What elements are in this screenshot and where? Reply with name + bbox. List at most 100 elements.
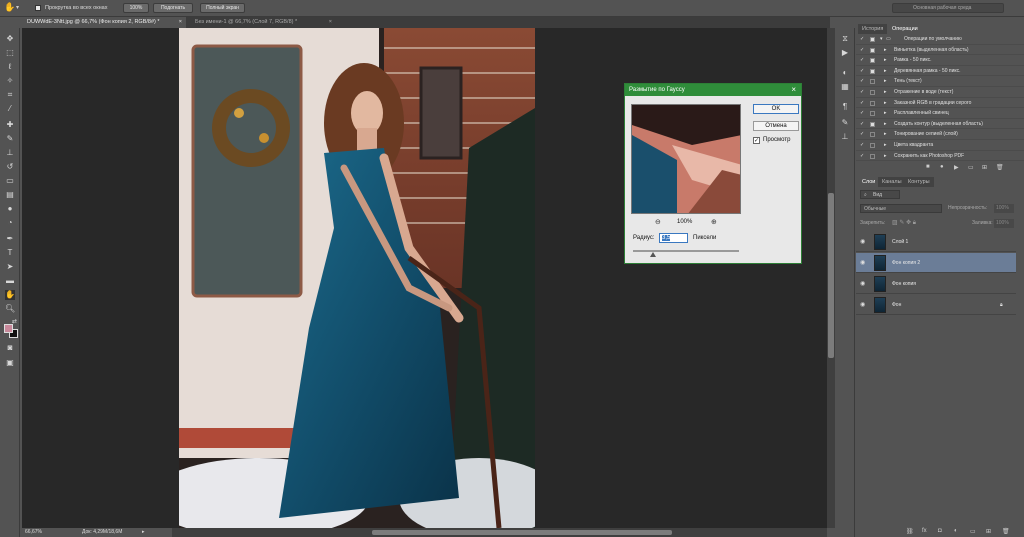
shape-tool-icon[interactable]: ▬ [5, 276, 15, 286]
paragraph-panel-icon[interactable]: ¶ [840, 102, 850, 112]
path-selection-icon[interactable]: ➤ [5, 262, 15, 272]
check-icon[interactable]: ✓ [860, 151, 864, 161]
brush-panel-icon[interactable]: ✎ [840, 118, 850, 128]
expand-icon[interactable]: ▸ [884, 119, 887, 129]
zoom-tool-icon[interactable]: 🔍︎ [5, 304, 15, 314]
layer-row[interactable]: ◉ Фон 🔒︎ [856, 295, 1016, 315]
preview-checkbox[interactable]: ✓ [753, 137, 760, 144]
list-item[interactable]: ✓ ▸ Цвета квадранта [856, 140, 1024, 151]
link-icon[interactable]: ⛓︎ [906, 528, 914, 535]
visibility-eye-icon[interactable]: ◉ [860, 274, 865, 294]
radius-slider-handle[interactable] [650, 252, 656, 257]
move-tool-icon[interactable]: ✥ [5, 34, 15, 44]
record-icon[interactable]: ● [940, 164, 944, 170]
workspace-switcher[interactable]: Основная рабочая среда [892, 3, 1004, 13]
check-icon[interactable]: ✓ [860, 98, 864, 108]
new-set-icon[interactable]: ▭ [968, 164, 974, 171]
dialog-toggle-icon[interactable] [870, 100, 875, 106]
dialog-toggle-icon[interactable] [870, 68, 875, 74]
layer-row[interactable]: ◉ Фон копия 2 [856, 253, 1016, 273]
layer-row[interactable]: ◉ Слой 1 [856, 232, 1016, 252]
horizontal-scroll-thumb[interactable] [372, 530, 672, 535]
dialog-toggle-icon[interactable] [870, 153, 875, 159]
close-icon[interactable]: × [791, 84, 796, 96]
trash-icon[interactable]: 🗑︎ [996, 164, 1004, 171]
check-icon[interactable]: ✓ [860, 129, 864, 139]
expand-icon[interactable]: ▸ [884, 108, 887, 118]
screen-mode-icon[interactable]: ▣ [5, 358, 15, 368]
cancel-button[interactable]: Отмена [753, 121, 799, 131]
scroll-all-checkbox[interactable] [35, 5, 41, 11]
quick-mask-icon[interactable]: ◙ [5, 343, 15, 353]
list-item[interactable]: ✓ ▸ Тонирование сепией (слой) [856, 129, 1024, 140]
list-item[interactable]: ✓ ▸ Отражение в воде (текст) [856, 87, 1024, 98]
visibility-eye-icon[interactable]: ◉ [860, 253, 865, 273]
list-item[interactable]: ✓ ▸ Сохранить как Photoshop PDF [856, 151, 1024, 162]
list-item[interactable]: ✓ ▾ ▭ Операции по умолчанию [856, 34, 1024, 45]
actions-panel-icon[interactable]: ▶ [840, 48, 850, 58]
dialog-toggle-icon[interactable] [870, 132, 875, 138]
styles-panel-icon[interactable]: ▦ [840, 82, 850, 92]
list-item[interactable]: ✓ ▸ Заказной RGB в градации серого [856, 98, 1024, 109]
clone-stamp-icon[interactable]: ⊥ [5, 148, 15, 158]
expand-icon[interactable]: ▸ [884, 45, 887, 55]
zoom-in-icon[interactable]: ⊕ [711, 218, 717, 226]
adjustments-panel-icon[interactable]: ◐ [840, 68, 850, 78]
vertical-scroll-thumb[interactable] [828, 193, 834, 358]
layer-kind-filter[interactable]: ⌕ Вид [860, 190, 900, 199]
radius-slider-track[interactable] [633, 250, 739, 252]
new-layer-icon[interactable]: ⊞ [986, 528, 991, 535]
history-brush-icon[interactable]: ↺ [5, 162, 15, 172]
list-item[interactable]: ✓ ▸ Деревянная рамка - 50 пикс. [856, 66, 1024, 77]
visibility-eye-icon[interactable]: ◉ [860, 232, 865, 252]
expand-icon[interactable]: ▾ [880, 34, 883, 44]
hand-tool-icon[interactable]: ✋ [4, 2, 15, 13]
opacity-input[interactable]: 100% [994, 204, 1014, 213]
status-arrow-icon[interactable]: ▸ [142, 528, 145, 537]
trash-icon[interactable]: 🗑︎ [1002, 528, 1010, 535]
mask-icon[interactable]: ◘ [938, 528, 942, 534]
eyedropper-icon[interactable]: ⁄ [5, 104, 15, 114]
radius-input[interactable]: 3,5 [659, 233, 688, 243]
gradient-tool-icon[interactable]: ▤ [5, 190, 15, 200]
ok-button[interactable]: OK [753, 104, 799, 114]
lock-icons[interactable]: ▨ ✎ ✥ 🔒︎ [892, 219, 916, 227]
dialog-toggle-icon[interactable] [870, 37, 875, 42]
dialog-toggle-icon[interactable] [870, 111, 875, 117]
zoom-out-icon[interactable]: ⊖ [655, 218, 661, 226]
check-icon[interactable]: ✓ [860, 108, 864, 118]
blend-mode-select[interactable]: Обычные [860, 204, 942, 213]
crop-tool-icon[interactable]: ⌗ [5, 90, 15, 100]
tool-preset-dropdown-icon[interactable]: ▾ [16, 4, 19, 11]
check-icon[interactable]: ✓ [860, 87, 864, 97]
type-tool-icon[interactable]: T [5, 248, 15, 258]
close-icon[interactable]: × [329, 17, 332, 28]
expand-icon[interactable]: ▸ [884, 140, 887, 150]
tab-layers[interactable]: Слои [858, 177, 880, 187]
stop-icon[interactable]: ■ [926, 164, 930, 170]
check-icon[interactable]: ✓ [860, 76, 864, 86]
expand-icon[interactable]: ▸ [884, 76, 887, 86]
vertical-scrollbar[interactable] [827, 28, 835, 528]
new-action-icon[interactable]: ⊞ [982, 164, 987, 171]
close-icon[interactable]: × [179, 17, 182, 28]
fx-icon[interactable]: fx [922, 528, 927, 534]
expand-icon[interactable]: ▸ [884, 66, 887, 76]
tab-paths[interactable]: Контуры [904, 177, 934, 187]
expand-icon[interactable]: ▸ [884, 129, 887, 139]
hand-tool-icon[interactable]: ✋ [5, 290, 15, 300]
dodge-tool-icon[interactable]: ◔ [5, 218, 15, 228]
visibility-eye-icon[interactable]: ◉ [860, 295, 865, 315]
check-icon[interactable]: ✓ [860, 45, 864, 55]
magic-wand-icon[interactable]: ✧ [5, 76, 15, 86]
tab-actions[interactable]: Операции [888, 24, 922, 34]
dialog-toggle-icon[interactable] [870, 79, 875, 85]
clone-source-panel-icon[interactable]: ⊥ [840, 132, 850, 142]
marquee-tool-icon[interactable]: ⬚ [5, 48, 15, 58]
zoom-100-button[interactable]: 100% [123, 3, 149, 13]
expand-icon[interactable]: ▸ [884, 98, 887, 108]
layer-row[interactable]: ◉ Фон копия [856, 274, 1016, 294]
list-item[interactable]: ✓ ▸ Виньетка (выделенная область) [856, 45, 1024, 56]
folder-icon[interactable]: ▭ [970, 528, 976, 535]
fill-input[interactable]: 100% [994, 219, 1014, 228]
